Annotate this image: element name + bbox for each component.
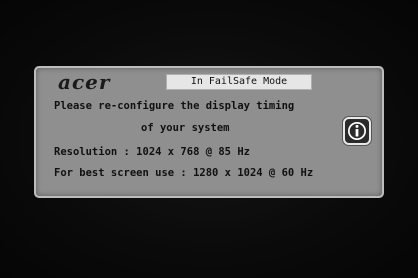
message-line-1: Please re-configure the display timing bbox=[54, 100, 295, 112]
info-glyph-icon bbox=[348, 122, 366, 140]
message-line-2: of your system bbox=[141, 122, 230, 134]
info-icon bbox=[343, 117, 371, 145]
recommended-resolution-text: For best screen use : 1280 x 1024 @ 60 H… bbox=[54, 167, 314, 179]
brand-logo: acer bbox=[58, 70, 111, 94]
monitor-screen: acer In FailSafe Mode Please re-configur… bbox=[0, 0, 418, 278]
current-resolution-text: Resolution : 1024 x 768 @ 85 Hz bbox=[54, 146, 250, 158]
mode-title-banner: In FailSafe Mode bbox=[166, 74, 312, 90]
failsafe-osd-dialog: acer In FailSafe Mode Please re-configur… bbox=[34, 66, 384, 198]
